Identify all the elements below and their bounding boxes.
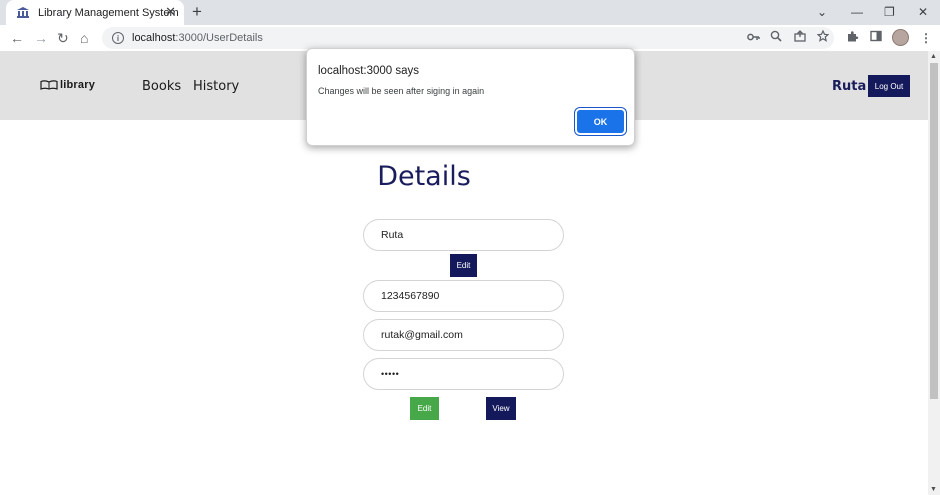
restore-icon[interactable]: ❐ [884, 3, 895, 21]
library-favicon-icon [16, 6, 30, 20]
scroll-thumb[interactable] [930, 63, 938, 399]
site-logo[interactable]: library [40, 79, 95, 91]
tab-library[interactable]: Library Management System ✕ [6, 0, 184, 25]
page-scrollbar[interactable]: ▲ ▼ [928, 51, 940, 495]
email-field[interactable]: rutak@gmail.com [363, 319, 564, 351]
nav-link-history[interactable]: History [193, 79, 239, 94]
site-info-icon[interactable]: i [112, 32, 124, 44]
phone-field[interactable]: 1234567890 [363, 280, 564, 312]
dialog-title: localhost:3000 says [318, 65, 420, 77]
menu-icon[interactable]: ⋮ [920, 30, 932, 46]
book-icon [40, 80, 58, 90]
scroll-down-icon[interactable]: ▼ [930, 486, 937, 493]
email-value: rutak@gmail.com [381, 329, 463, 341]
side-panel-icon[interactable] [870, 30, 882, 46]
tab-title: Library Management System [38, 6, 179, 19]
dialog-ok-button[interactable]: OK [577, 110, 624, 133]
minimize-icon[interactable]: — [851, 3, 863, 21]
avatar[interactable] [892, 29, 909, 46]
dialog-message: Changes will be seen after siging in aga… [318, 86, 485, 96]
user-name: Ruta [832, 79, 867, 94]
back-icon[interactable]: ← [10, 29, 24, 47]
phone-value: 1234567890 [381, 290, 440, 302]
edit-name-button[interactable]: Edit [450, 254, 477, 277]
home-icon[interactable]: ⌂ [80, 29, 88, 47]
page-title: Details [377, 161, 471, 192]
zoom-icon[interactable] [770, 30, 782, 46]
browser-window: Library Management System ✕ + ⌄ — ❐ ✕ ← … [0, 0, 940, 495]
alert-dialog: localhost:3000 says Changes will be seen… [306, 48, 635, 146]
view-password-button[interactable]: View [486, 397, 516, 420]
url-text: localhost:3000/UserDetails [132, 32, 263, 44]
key-icon[interactable] [747, 30, 760, 46]
tab-search-icon[interactable]: ⌄ [817, 3, 827, 21]
extensions-icon[interactable] [846, 30, 859, 47]
new-tab-icon[interactable]: + [192, 2, 202, 22]
nav-link-books[interactable]: Books [142, 79, 181, 94]
reload-icon[interactable]: ↻ [57, 29, 69, 47]
name-field[interactable]: Ruta [363, 219, 564, 251]
password-value: ••••• [381, 369, 400, 379]
address-bar[interactable]: i localhost:3000/UserDetails [102, 27, 834, 49]
url-path: :3000/UserDetails [175, 32, 263, 44]
close-tab-icon[interactable]: ✕ [165, 5, 176, 19]
window-close-icon[interactable]: ✕ [918, 3, 928, 21]
tab-strip: Library Management System ✕ + ⌄ — ❐ ✕ [0, 0, 940, 25]
star-icon[interactable] [816, 29, 830, 46]
password-field[interactable]: ••••• [363, 358, 564, 390]
forward-icon[interactable]: → [34, 29, 48, 47]
logout-button[interactable]: Log Out [868, 75, 910, 97]
share-icon[interactable] [794, 30, 806, 46]
scroll-up-icon[interactable]: ▲ [930, 53, 937, 60]
logo-text: library [60, 79, 96, 91]
url-host: localhost [132, 32, 176, 44]
name-value: Ruta [381, 229, 404, 241]
edit-details-button[interactable]: Edit [410, 397, 439, 420]
